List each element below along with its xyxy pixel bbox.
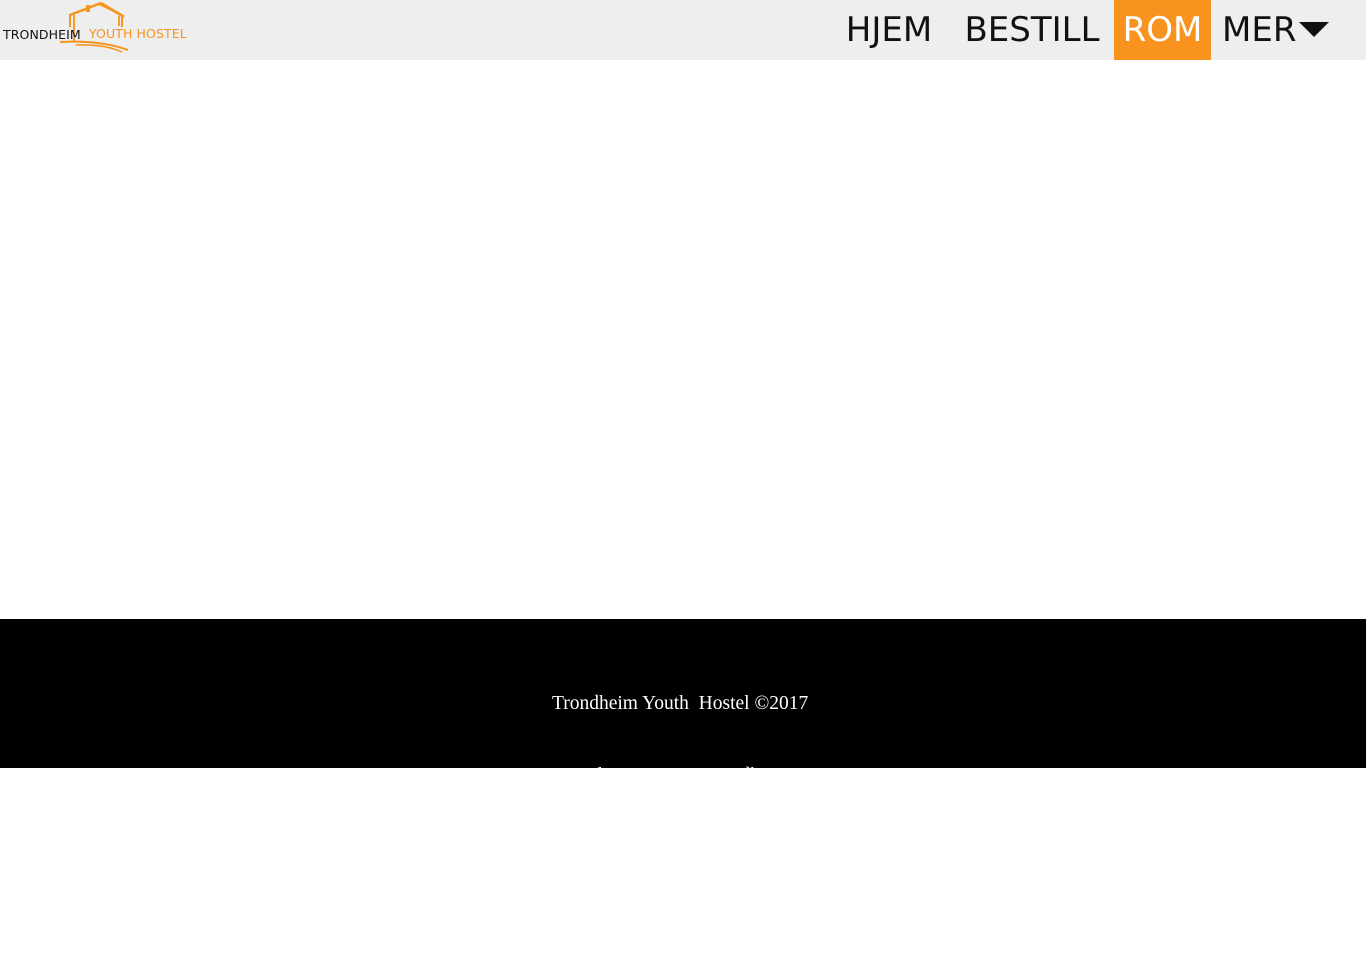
nav-item-bestill[interactable]: BESTILL bbox=[952, 0, 1112, 60]
nav-item-rom-active[interactable]: ROM bbox=[1114, 0, 1211, 60]
nav-item-label: BESTILL bbox=[964, 10, 1100, 50]
nav-item-hjem[interactable]: HJEM bbox=[834, 0, 944, 60]
footer-email[interactable]: post@trondheimyouthhostel.no bbox=[552, 908, 808, 932]
logo-text-trondheim: TRONDHEIM bbox=[3, 27, 81, 42]
logo-text-youth-hostel: YOUTH HOSTEL bbox=[89, 26, 187, 41]
nav-item-mer-dropdown[interactable]: MER bbox=[1213, 0, 1343, 60]
nav-item-label: MER bbox=[1222, 10, 1297, 50]
footer: Trondheim Youth Hostel ©2017 Hostelgata … bbox=[0, 619, 1366, 930]
nav-item-label: HJEM bbox=[845, 10, 933, 50]
footer-contact: Trondheim Youth Hostel ©2017 Hostelgata … bbox=[552, 644, 808, 980]
footer-copyright: Trondheim Youth Hostel ©2017 bbox=[552, 693, 809, 714]
caret-down-icon bbox=[1299, 22, 1330, 37]
main-content bbox=[0, 60, 1366, 619]
footer-phone: +47 912 34 567 bbox=[552, 837, 676, 858]
nav-item-label: ROM bbox=[1122, 10, 1203, 50]
site-logo[interactable]: TRONDHEIM YOUTH HOSTEL bbox=[0, 0, 200, 60]
top-navbar: TRONDHEIM YOUTH HOSTEL HJEM BESTILL ROM … bbox=[0, 0, 1366, 60]
